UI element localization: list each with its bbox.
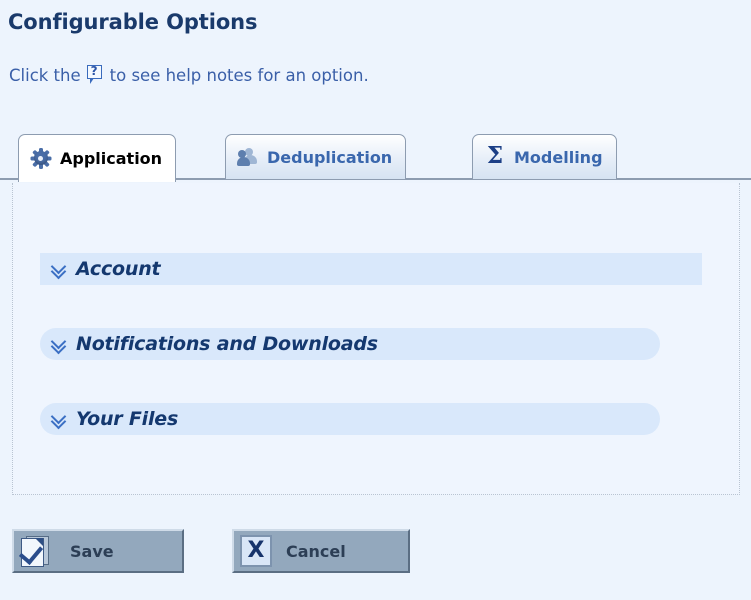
x-box-icon-glyph: X [247, 538, 265, 563]
section-header-notifications-and-downloads-label: Notifications and Downloads [76, 333, 378, 355]
section-header-your-files-label: Your Files [76, 408, 179, 430]
save-button-label: Save [70, 541, 114, 561]
help-instruction-prefix: Click the [9, 65, 81, 85]
users-icon-shape [237, 148, 259, 167]
tab-modelling[interactable]: Σ Modelling [472, 134, 617, 179]
sigma-glyph: Σ [486, 142, 504, 169]
section-header-notifications-and-downloads[interactable]: Notifications and Downloads [40, 328, 660, 360]
tab-modelling-label: Modelling [514, 147, 603, 167]
user-body [237, 157, 250, 166]
x-box-icon: X [240, 535, 272, 567]
tab-application[interactable]: Application [18, 134, 177, 182]
help-question-glyph: ? [90, 64, 98, 78]
tab-application-label: Application [60, 149, 163, 168]
double-chevron-down-icon [50, 333, 67, 355]
double-chevron-down-icon [50, 258, 67, 280]
sigma-icon: Σ [484, 142, 506, 169]
save-button[interactable]: Save [12, 529, 184, 573]
gear-icon-shape [30, 147, 52, 169]
page-check-icon [18, 535, 50, 567]
tab-deduplication[interactable]: Deduplication [225, 134, 407, 179]
help-instruction-suffix: to see help notes for an option. [109, 65, 369, 85]
cancel-button[interactable]: X Cancel [232, 529, 410, 573]
gear-hole [38, 155, 43, 161]
help-question-bubble-icon[interactable]: ? [86, 64, 104, 85]
section-header-account[interactable]: Account [40, 253, 702, 285]
section-header-account-label: Account [76, 258, 161, 280]
users-icon [237, 146, 259, 168]
page-title: Configurable Options [8, 10, 258, 34]
options-content-panel: Account Notifications and Downloads Your… [12, 183, 740, 495]
gear-icon [30, 147, 52, 170]
section-header-your-files[interactable]: Your Files [40, 403, 660, 435]
tab-deduplication-label: Deduplication [267, 147, 393, 167]
tab-strip: Application Deduplication Σ Modelling [0, 131, 751, 182]
help-instruction-text: Click the ? to see help notes for an opt… [9, 64, 369, 85]
cancel-button-label: Cancel [286, 541, 346, 561]
double-chevron-down-icon [50, 408, 67, 430]
